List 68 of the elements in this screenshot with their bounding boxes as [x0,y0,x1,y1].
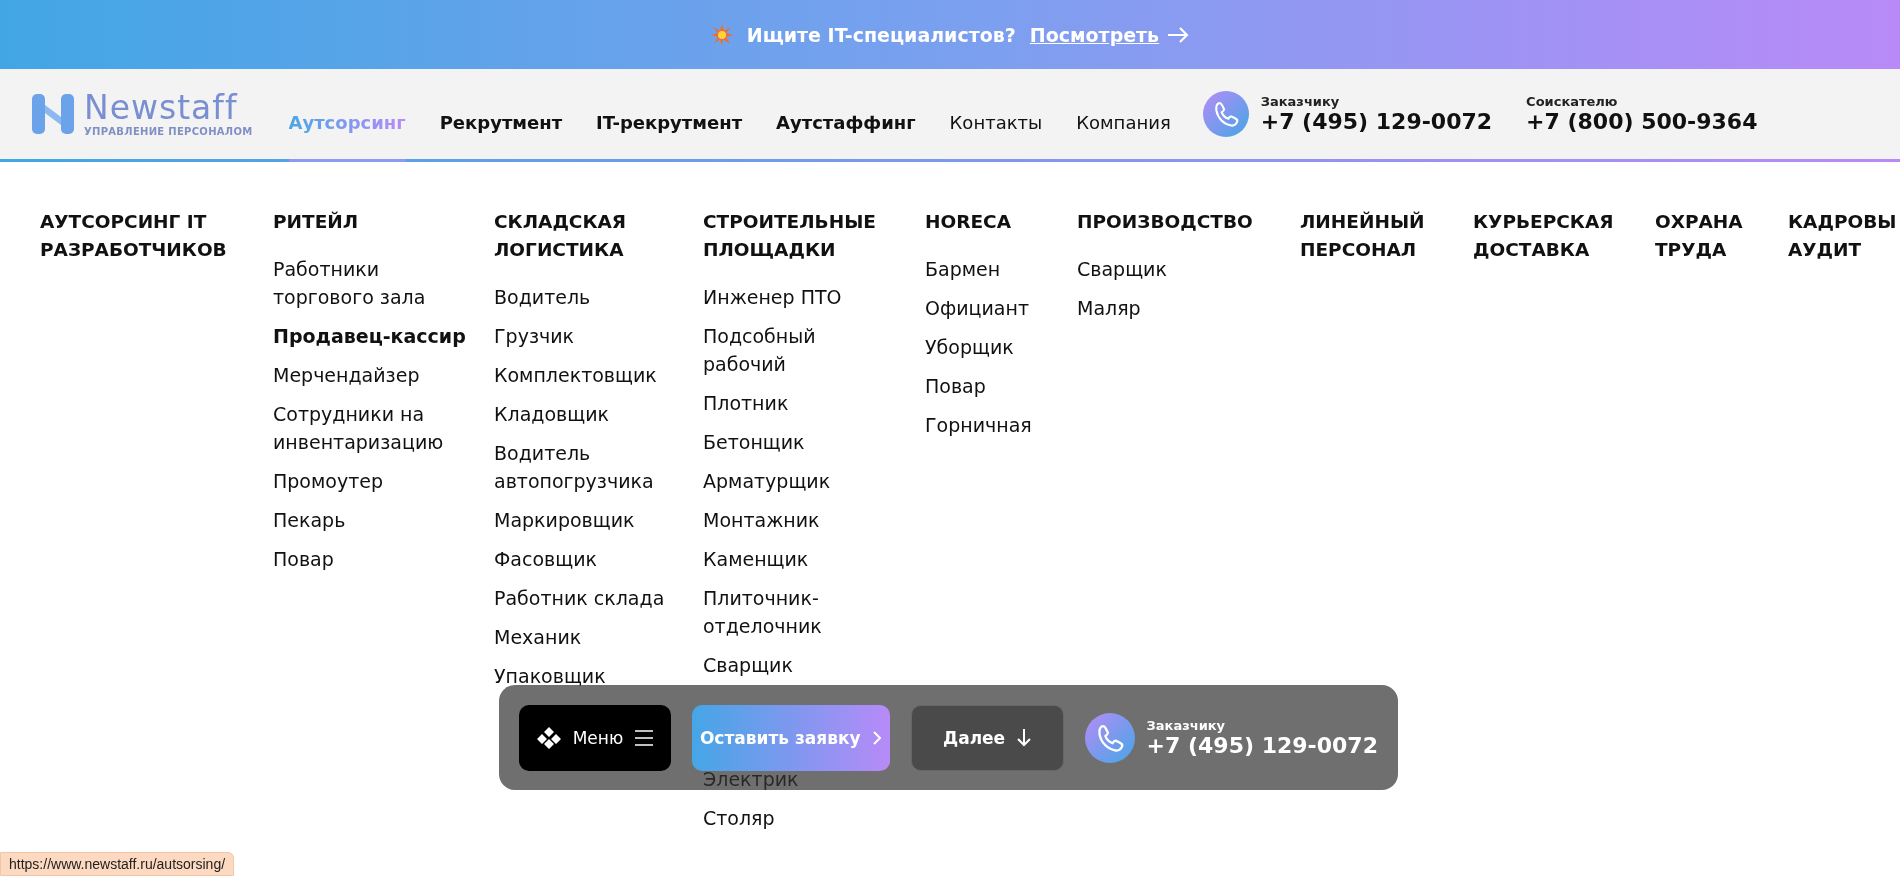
nav-link[interactable]: Компания [1076,69,1171,162]
explosion-icon [710,23,733,46]
menu-link[interactable]: Водитель [494,283,681,311]
nav-link[interactable]: Рекрутмент [439,69,563,162]
nav-link[interactable]: Контакты [949,69,1043,162]
menu-link[interactable]: Плотник [703,389,903,417]
menu-heading[interactable]: HORECA [925,208,1055,236]
banner-text: Ищите IT-специалистов? [746,23,1016,46]
logo-tagline: УПРАВЛЕНИЕ ПЕРСОНАЛОМ [84,126,253,137]
logo-name: Newstaff [84,91,239,124]
menu-link[interactable]: Сварщик [703,651,903,679]
phone-number[interactable]: +7 (495) 129-0072 [1260,109,1493,134]
phone-number[interactable]: +7 (495) 129-0072 [1146,732,1378,758]
arrow-down-icon [1017,728,1032,747]
menu-link[interactable]: Бетонщик [703,428,903,456]
status-url: https://www.newstaff.ru/autsorsing/ [0,852,235,876]
menu-icon [635,729,654,746]
menu-link[interactable]: Повар [925,372,1055,400]
menu-link[interactable]: Комплектовщик [494,361,681,389]
menu-link[interactable]: Бармен [925,255,1055,283]
menu-heading[interactable]: ОХРАНА ТРУДА [1655,208,1766,264]
phone-label: Соискателю [1526,94,1619,109]
nav-link[interactable]: IT-рекрутмент [596,69,743,162]
next-button[interactable]: Далее [910,704,1064,771]
menu-link[interactable]: Маркировщик [494,506,681,534]
phone-number[interactable]: +7 (800) 500-9364 [1526,109,1758,134]
menu-link[interactable]: Официант [925,294,1055,322]
menu-link[interactable]: Кладовщик [494,400,681,428]
menu-heading[interactable]: КАДРОВЫ АУДИТ [1788,208,1900,264]
menu-link[interactable]: Фасовщик [494,545,681,573]
menu-link[interactable]: Арматурщик [703,467,903,495]
menu-link[interactable]: Пекарь [273,506,472,534]
menu-heading[interactable]: ПРОИЗВОДСТВО [1077,208,1278,236]
menu-link[interactable]: Механик [494,623,681,651]
menu-link[interactable]: Повар [273,545,472,573]
menu-link[interactable]: Уборщик [925,333,1055,361]
menu-heading[interactable]: РИТЕЙЛ [273,208,472,236]
logo-icon [30,91,76,137]
menu-button[interactable]: Меню [519,704,671,771]
menu-link[interactable]: Каменщик [703,545,903,573]
menu-heading[interactable]: КУРЬЕРСКАЯ ДОСТАВКА [1473,208,1633,264]
phone-label: Заказчику [1260,94,1341,109]
menu-link[interactable]: Работник склада [494,584,681,612]
menu-link[interactable]: Мерчендайзер [273,361,472,389]
menu-heading[interactable]: ЛИНЕЙНЫЙ ПЕРСОНАЛ [1300,208,1451,264]
menu-link[interactable]: Подсобный рабочий [703,322,903,378]
menu-link[interactable]: Монтажник [703,506,903,534]
menu-heading[interactable]: АУТСОРСИНГ IT РАЗРАБОТЧИКОВ [40,208,251,264]
chevron-right-icon [872,730,882,745]
menu-link[interactable]: Водитель автопогрузчика [494,439,681,495]
menu-link[interactable]: Маляр [1077,294,1278,322]
nav-link[interactable]: Аутстаффинг [776,69,916,162]
arrow-right-icon [1167,26,1190,43]
menu-link[interactable]: Продавец-кассир [273,322,472,350]
diamonds-icon [536,726,561,749]
menu-link[interactable]: Сварщик [1077,255,1278,283]
menu-link[interactable]: Сотрудники на инвентаризацию [273,400,472,456]
menu-link[interactable]: Столяр [703,804,903,832]
menu-link[interactable]: Инженер ПТО [703,283,903,311]
menu-link[interactable]: Грузчик [494,322,681,350]
menu-link[interactable]: Работники торгового зала [273,255,472,311]
phone-label: Заказчику [1146,717,1227,733]
menu-link[interactable]: Промоутер [273,467,472,495]
menu-heading[interactable]: СТРОИТЕЛЬНЫЕ ПЛОЩАДКИ [703,208,903,264]
menu-link[interactable]: Горничная [925,411,1055,439]
phone-icon [1084,712,1135,763]
menu-heading[interactable]: СКЛАДСКАЯ ЛОГИСТИКА [494,208,681,264]
menu-link[interactable]: Плиточник-отделочник [703,584,903,640]
